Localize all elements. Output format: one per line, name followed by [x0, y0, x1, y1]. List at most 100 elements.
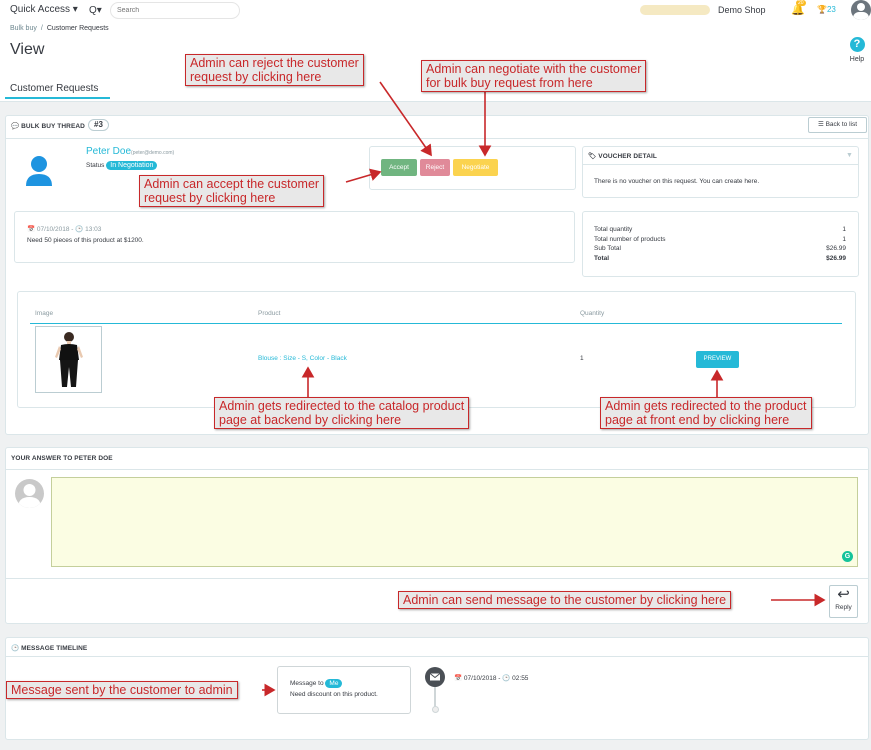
customer-email: (peter@demo.com): [131, 150, 175, 156]
timeline-datetime: 📅 07/10/2018 - 🕒 02:55: [454, 674, 528, 682]
search-input[interactable]: [111, 3, 239, 18]
timeline-message-box: [277, 666, 411, 714]
recipient-badge: Me: [325, 679, 343, 688]
annotation-accept-line1: Admin can accept the customer: [144, 177, 320, 191]
shop-name-link[interactable]: Demo Shop: [718, 5, 766, 15]
annotation-catalog-line2: page at backend by clicking here: [219, 413, 402, 427]
answer-textarea[interactable]: [51, 477, 858, 567]
admin-avatar: [15, 479, 44, 508]
customer-name: Peter Doe: [86, 146, 132, 157]
timeline-time: 02:55: [512, 675, 529, 682]
calendar-icon: 📅: [27, 226, 36, 233]
col-header-quantity: Quantity: [580, 310, 605, 317]
message-to-label: Message to: [290, 680, 324, 687]
trophy-count: 23: [826, 5, 836, 14]
annotation-negotiate: Admin can negotiate with the customer fo…: [421, 60, 647, 92]
annotation-reject-line2: request by clicking here: [190, 70, 322, 84]
accept-button[interactable]: Accept: [381, 159, 417, 176]
trophy-icon: 🏆: [817, 5, 827, 14]
timeline-message-text: Need discount on this product.: [290, 691, 378, 698]
annotation-sent: Message sent by the customer to admin: [6, 681, 238, 699]
timeline-header: 🕒 MESSAGE TIMELINE: [11, 644, 87, 652]
totals-row: Sub Total $26.99: [594, 244, 846, 254]
timeline-dash: -: [498, 675, 501, 682]
status-row: Status In Negotiation: [86, 161, 158, 170]
employee-avatar[interactable]: [851, 0, 871, 20]
quick-access-menu[interactable]: Quick Access ▾: [10, 4, 78, 15]
annotation-front-line1: Admin gets redirected to the product: [605, 399, 807, 413]
totals-value: 1: [842, 235, 846, 243]
product-image: [55, 332, 83, 387]
customer-name-link[interactable]: Peter Doe(peter@demo.com): [86, 146, 174, 157]
envelope-icon: [425, 667, 445, 687]
comments-icon: 💬: [11, 123, 20, 130]
annotation-accept-line2: request by clicking here: [144, 191, 276, 205]
totals-row: Total quantity 1: [594, 225, 846, 235]
totals-row: Total $26.99: [594, 254, 846, 264]
search-icon[interactable]: Q▾: [89, 5, 102, 16]
totals-value: $26.99: [826, 245, 846, 252]
voucher-text: There is no voucher on this request. You…: [594, 178, 760, 185]
totals-value: $26.99: [826, 254, 846, 262]
answer-divider: [5, 469, 869, 470]
annotation-negotiate-line2: for bulk buy request from here: [426, 76, 593, 90]
back-to-list-label: Back to list: [825, 121, 858, 128]
grammarly-icon[interactable]: G: [842, 551, 853, 562]
breadcrumb-separator: /: [40, 25, 43, 32]
totals-label: Total: [594, 254, 610, 262]
list-icon: ☰: [817, 121, 824, 128]
reject-button[interactable]: Reject: [420, 159, 450, 176]
note-time: 13:03: [85, 226, 102, 233]
notification-badge: 20: [796, 0, 806, 6]
totals-label: Total number of products: [594, 235, 666, 243]
annotation-catalog-line1: Admin gets redirected to the catalog pro…: [219, 399, 465, 413]
voucher-header: 🏷 VOUCHER DETAIL: [588, 152, 657, 160]
tab-customer-requests[interactable]: Customer Requests: [10, 83, 98, 98]
customer-avatar-icon: [24, 155, 54, 187]
totals-value: 1: [842, 226, 846, 233]
voucher-header-label: VOUCHER DETAIL: [598, 153, 657, 160]
timeline-divider: [5, 656, 869, 657]
reply-icon: ↩: [837, 586, 850, 603]
annotation-sent-line1: Message sent by the customer to admin: [11, 683, 233, 697]
tag-icon: 🏷: [588, 153, 597, 160]
status-label: Status: [86, 162, 105, 169]
annotation-catalog: Admin gets redirected to the catalog pro…: [214, 397, 470, 429]
breadcrumb: Bulk buy / Customer Requests: [10, 25, 109, 32]
annotation-front-line2: page at front end by clicking here: [605, 413, 790, 427]
negotiate-button[interactable]: Negotiate: [453, 159, 498, 176]
totals-list: Total quantity 1 Total number of products 1…: [594, 225, 846, 263]
annotation-send-line1: Admin can send message to the customer b…: [403, 593, 727, 607]
annotation-reject-line1: Admin can reject the customer: [190, 56, 359, 70]
annotation-negotiate-line1: Admin can negotiate with the customer: [426, 62, 642, 76]
clock-icon: 🕒: [502, 675, 511, 682]
breadcrumb-parent[interactable]: Bulk buy: [10, 25, 37, 32]
product-thumbnail: [35, 326, 102, 393]
product-link[interactable]: Blouse : Size - S, Color - Black: [258, 355, 347, 362]
note-date: 07/10/2018: [36, 226, 70, 233]
annotation-send: Admin can send message to the customer b…: [398, 591, 732, 609]
thread-header: 💬 BULK BUY THREAD: [11, 122, 85, 130]
col-header-image: Image: [35, 310, 54, 317]
status-badge: In Negotiation: [106, 161, 158, 170]
message-to-row: Message to Me: [290, 679, 343, 688]
annotation-accept: Admin can accept the customer request by…: [139, 175, 325, 207]
help-label: Help: [849, 56, 865, 63]
tab-divider: [0, 101, 871, 102]
chevron-down-icon[interactable]: ▼: [841, 148, 858, 163]
reply-button[interactable]: ↩ Reply: [829, 585, 858, 618]
annotation-front: Admin gets redirected to the product pag…: [600, 397, 812, 429]
clock-icon: 🕒: [11, 645, 20, 652]
note-datetime: 📅 07/10/2018 - 🕒 13:03: [27, 226, 102, 233]
preview-button[interactable]: PREVIEW: [696, 351, 739, 368]
clock-icon: 🕒: [75, 226, 84, 233]
thread-number-badge: #3: [88, 119, 109, 131]
totals-label: Total quantity: [594, 226, 633, 233]
trophy-counter[interactable]: 🏆23: [817, 5, 836, 14]
product-quantity: 1: [580, 355, 584, 362]
thread-header-label: BULK BUY THREAD: [21, 123, 85, 130]
note-text: Need 50 pieces of this product at $1200.: [27, 237, 144, 244]
help-button[interactable]: ? Help: [847, 37, 867, 63]
back-to-list-button[interactable]: ☰ Back to list: [808, 117, 867, 133]
timeline-end-dot: [432, 706, 439, 713]
